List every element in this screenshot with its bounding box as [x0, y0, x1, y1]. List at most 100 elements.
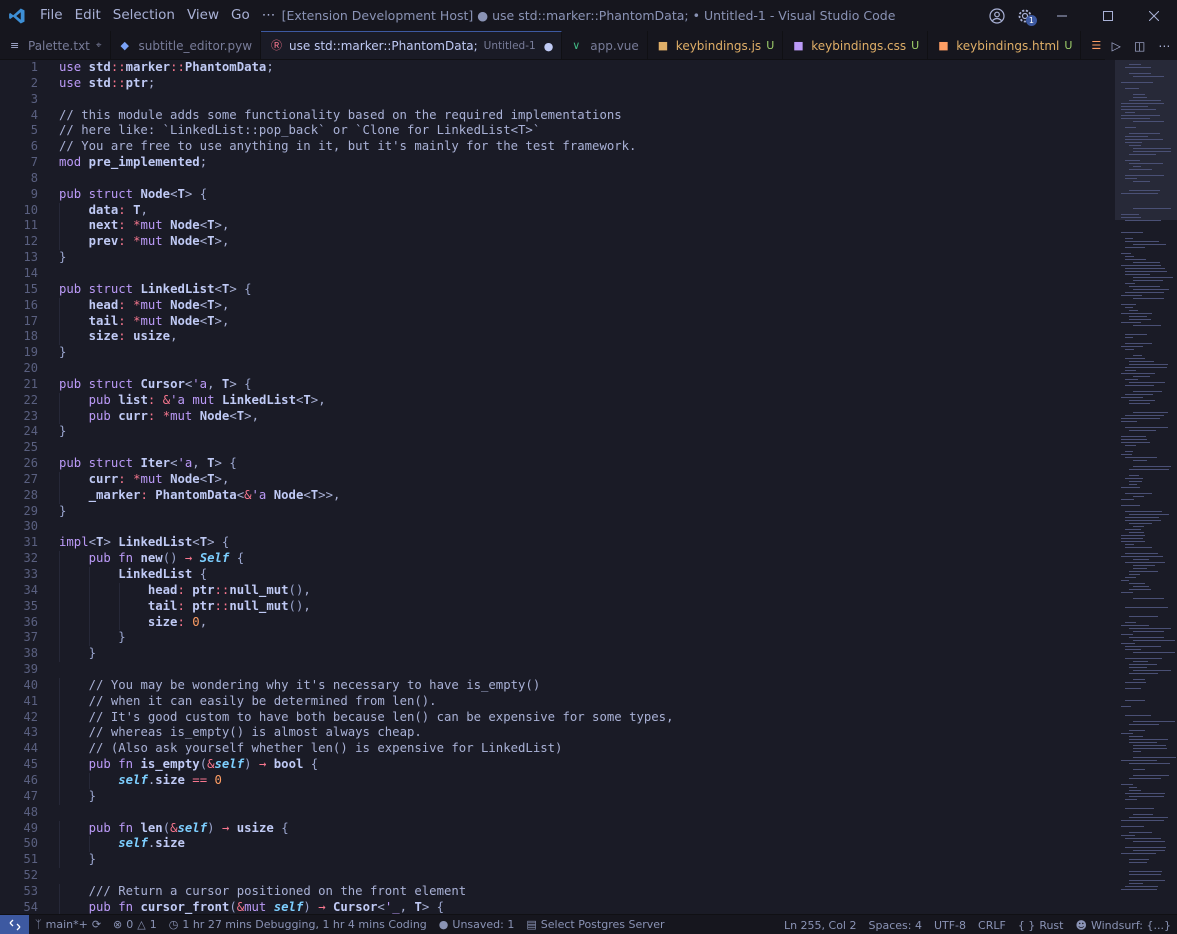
postgres-selector[interactable]: ▤ Select Postgres Server — [520, 918, 670, 931]
code-line[interactable]: pub struct LinkedList<T> { — [59, 282, 1115, 298]
code-line[interactable]: } — [59, 424, 1115, 440]
menu-item[interactable]: File — [34, 0, 69, 31]
minimap[interactable] — [1115, 60, 1177, 914]
code-line[interactable] — [59, 92, 1115, 108]
indentation[interactable]: Spaces: 4 — [863, 919, 928, 932]
language-name: Rust — [1039, 918, 1064, 932]
encoding[interactable]: UTF-8 — [928, 919, 972, 932]
time-tracker[interactable]: ◷ 1 hr 27 mins Debugging, 1 hr 4 mins Co… — [163, 918, 433, 931]
code-line[interactable] — [59, 519, 1115, 535]
menu-item[interactable]: Go — [225, 0, 256, 31]
tab-3[interactable]: ∨ app.vue — [562, 31, 648, 59]
code-line[interactable] — [59, 805, 1115, 821]
windsurf-status[interactable]: ☻ Windsurf: {...} — [1069, 919, 1177, 932]
code-editor[interactable]: 1 2 3 4 5 6 7 8 9 10 11 12 13 14 15 16 17 18 19 20 21 22 23 24 2… — [0, 60, 1177, 914]
problems-indicator[interactable]: ⊗ 0 △ 1 — [107, 918, 163, 931]
remote-indicator-icon[interactable] — [0, 914, 29, 934]
menu-item[interactable]: Selection — [107, 0, 181, 31]
code-line[interactable]: pub struct Iter<'a, T> { — [59, 456, 1115, 472]
code-line[interactable]: pub curr: *mut Node<T>, — [59, 408, 1115, 425]
tab-5[interactable]: ■ keybindings.css U — [783, 31, 929, 59]
close-window-button[interactable] — [1131, 0, 1177, 31]
code-line[interactable]: // You may be wondering why it's necessa… — [59, 677, 1115, 694]
code-line[interactable]: } — [59, 646, 1115, 663]
code-line[interactable]: /// Return a cursor positioned on the fr… — [59, 883, 1115, 900]
tab-0[interactable]: ≡ Palette.txt ⌖ — [0, 31, 111, 59]
code-line[interactable]: head: *mut Node<T>, — [59, 297, 1115, 314]
unsaved-indicator[interactable]: ● Unsaved: 1 — [433, 918, 521, 931]
code-line[interactable]: pub struct Cursor<'a, T> { — [59, 377, 1115, 393]
code-line[interactable]: use std::marker::PhantomData; — [59, 60, 1115, 76]
end-of-line[interactable]: CRLF — [972, 919, 1012, 932]
code-line[interactable]: // It's good custom to have both because… — [59, 709, 1115, 726]
tab-6[interactable]: ■ keybindings.html U — [928, 31, 1082, 59]
code-line[interactable] — [59, 171, 1115, 187]
code-line[interactable]: pub fn is_empty(&self) → bool { — [59, 757, 1115, 773]
code-line[interactable]: size: 0, — [59, 614, 1115, 631]
code-line[interactable] — [59, 266, 1115, 282]
line-number: 26 — [23, 456, 38, 471]
code-line[interactable]: curr: *mut Node<T>, — [59, 471, 1115, 488]
maximize-button[interactable] — [1085, 0, 1131, 31]
code-line[interactable]: use std::ptr; — [59, 76, 1115, 92]
menu-item[interactable]: View — [181, 0, 225, 31]
code-line[interactable]: next: *mut Node<T>, — [59, 218, 1115, 235]
code-line[interactable] — [59, 868, 1115, 884]
code-line[interactable]: // You are free to use anything in it, b… — [59, 139, 1115, 155]
code-area[interactable]: use std::marker::PhantomData; use std::pt… — [59, 60, 1115, 914]
code-line[interactable]: } — [59, 852, 1115, 869]
branch-indicator[interactable]: ᛉ main*+ ⟳ — [29, 918, 107, 931]
code-line[interactable]: LinkedList { — [59, 567, 1115, 583]
code-line[interactable]: tail: *mut Node<T>, — [59, 313, 1115, 330]
code-line[interactable]: _marker: PhantomData<&'a Node<T>>, — [59, 487, 1115, 504]
code-line[interactable]: self.size — [59, 836, 1115, 853]
indent-guide — [59, 218, 60, 235]
menu-item[interactable]: ⋯ — [256, 0, 282, 31]
code-line[interactable]: data: T, — [59, 202, 1115, 219]
pin-icon[interactable]: ⌖ — [96, 40, 102, 51]
code-line[interactable]: head: ptr::null_mut(), — [59, 582, 1115, 599]
code-line[interactable] — [59, 440, 1115, 456]
code-line[interactable] — [59, 361, 1115, 377]
code-line[interactable]: self.size == 0 — [59, 772, 1115, 789]
account-icon[interactable] — [983, 0, 1011, 31]
code-line[interactable]: } — [59, 345, 1115, 361]
code-line[interactable]: } — [59, 788, 1115, 805]
code-line[interactable]: } — [59, 250, 1115, 266]
minimap-line — [1125, 511, 1162, 512]
code-line[interactable]: // this module adds some functionality b… — [59, 108, 1115, 124]
indent-guide — [59, 836, 60, 853]
code-line[interactable]: // here like: `LinkedList::pop_back` or … — [59, 123, 1115, 139]
unsaved-dot-icon[interactable]: ● — [544, 40, 554, 53]
code-line[interactable]: } — [59, 504, 1115, 520]
settings-gear-icon[interactable]: 1 — [1011, 0, 1039, 31]
code-line[interactable]: // whereas is_empty() is almost always c… — [59, 725, 1115, 742]
more-actions-icon[interactable]: ⋯ — [1158, 39, 1170, 53]
code-line[interactable]: pub list: &'a mut LinkedList<T>, — [59, 392, 1115, 409]
code-line[interactable]: tail: ptr::null_mut(), — [59, 598, 1115, 615]
code-line[interactable]: pub fn cursor_front(&mut self) → Cursor<… — [59, 899, 1115, 914]
code-line[interactable]: impl<T> LinkedList<T> { — [59, 535, 1115, 551]
code-line[interactable]: mod pre_implemented; — [59, 155, 1115, 171]
cursor-position[interactable]: Ln 255, Col 2 — [778, 919, 863, 932]
language-mode[interactable]: { } Rust — [1012, 919, 1070, 932]
code-line[interactable]: } — [59, 630, 1115, 647]
minimize-button[interactable] — [1039, 0, 1085, 31]
minimap-line — [1129, 832, 1152, 833]
code-line[interactable]: pub fn new() → Self { — [59, 551, 1115, 567]
tab-2[interactable]: Ⓡuse std::marker::PhantomData; Untitled-1… — [261, 31, 563, 59]
tab-1[interactable]: ◆ subtitle_editor.pyw — [111, 31, 262, 59]
minimap-line — [1121, 115, 1160, 116]
split-editor-icon[interactable]: ◫ — [1134, 39, 1145, 53]
code-line[interactable]: pub fn len(&self) → usize { — [59, 820, 1115, 837]
code-line[interactable]: prev: *mut Node<T>, — [59, 234, 1115, 251]
minimap-slider[interactable] — [1115, 60, 1177, 220]
menu-item[interactable]: Edit — [69, 0, 107, 31]
code-line[interactable]: // (Also ask yourself whether len() is e… — [59, 741, 1115, 758]
code-line[interactable]: // when it can easily be determined from… — [59, 693, 1115, 710]
run-icon[interactable]: ▷ — [1112, 39, 1121, 53]
code-line[interactable] — [59, 662, 1115, 678]
tab-4[interactable]: ■ keybindings.js U — [648, 31, 784, 59]
code-line[interactable]: pub struct Node<T> { — [59, 187, 1115, 203]
code-line[interactable]: size: usize, — [59, 329, 1115, 346]
